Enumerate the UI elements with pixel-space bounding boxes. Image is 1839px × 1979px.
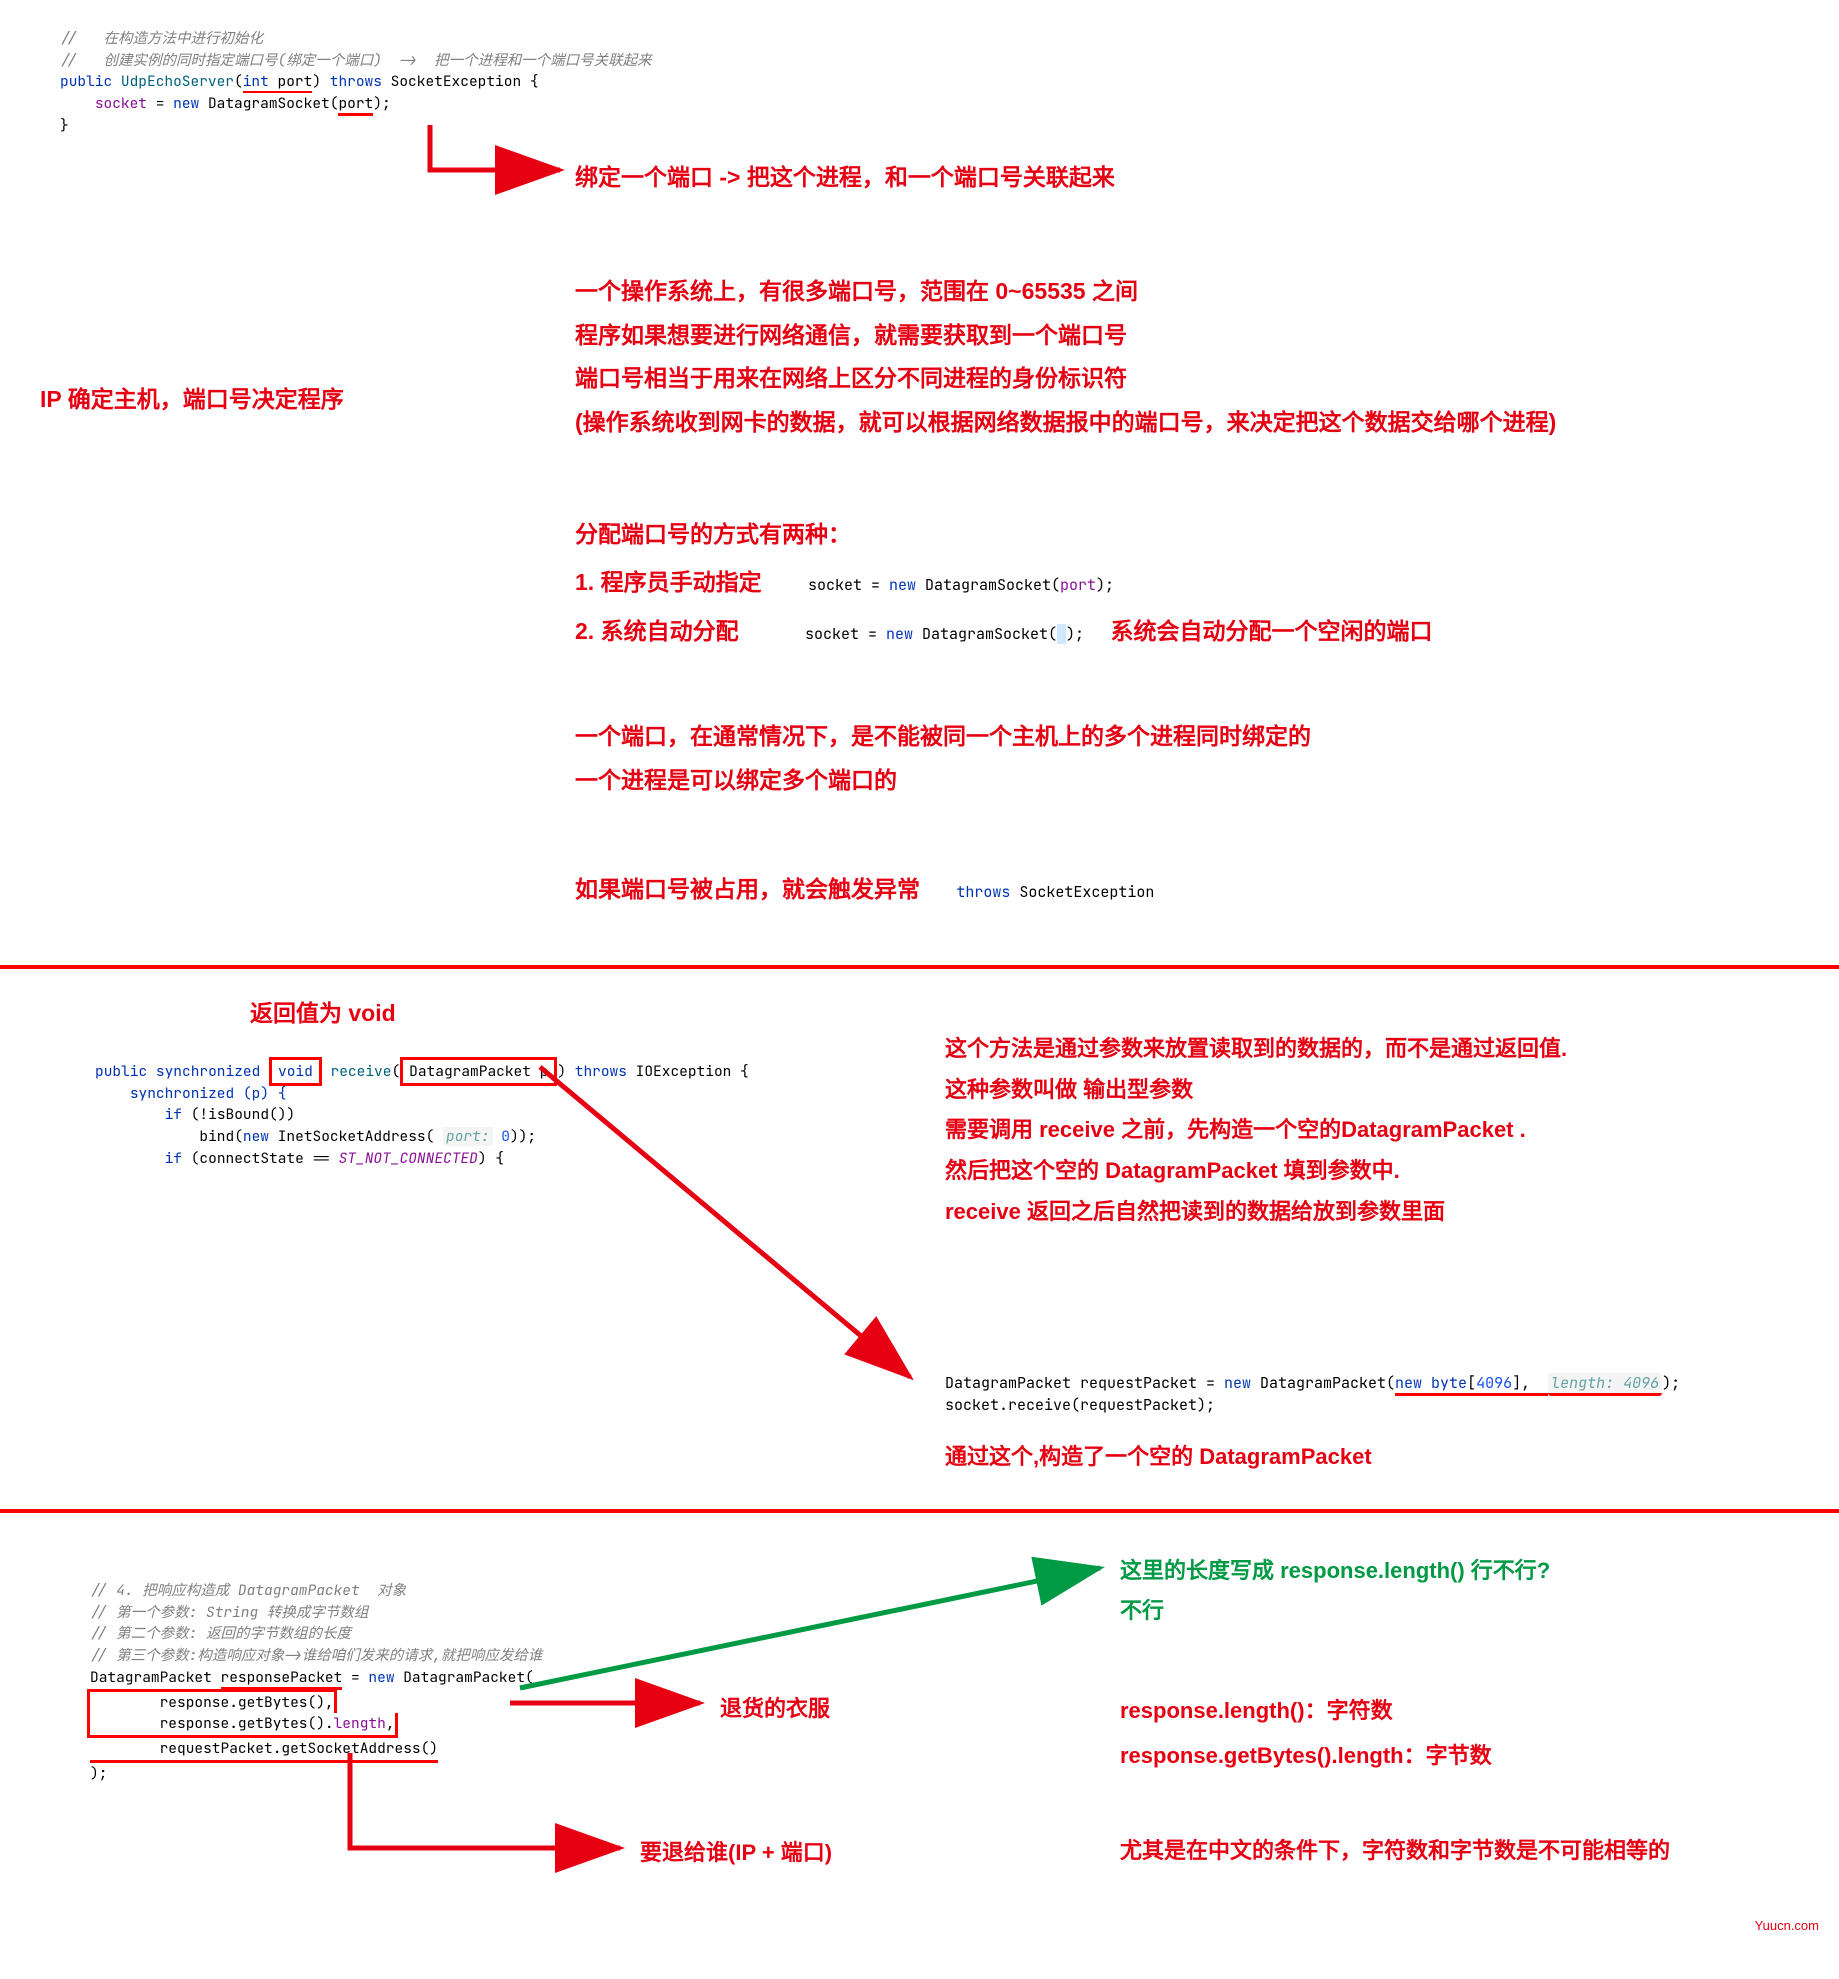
section-2: 返回值为 void public synchronized void recei…: [0, 969, 1839, 1509]
code-line: public synchronized void receive(Datagra…: [95, 1057, 749, 1086]
annotation-text: 一个进程是可以绑定多个端口的: [575, 759, 1311, 803]
annotation-text: 系统会自动分配一个空闲的端口: [1110, 618, 1432, 644]
annotation-block: 一个操作系统上，有很多端口号，范围在 0~65535 之间 程序如果想要进行网络…: [575, 270, 1556, 445]
code-line: response.getBytes().length,: [87, 1713, 398, 1738]
inline-code: socket = new DatagramSocket(port);: [808, 575, 1114, 595]
code-block-1: // 在构造方法中进行初始化 // 创建实例的同时指定端口号(绑定一个端口) -…: [60, 6, 652, 137]
code-line: synchronized (p) {: [130, 1084, 287, 1103]
code-block-2: public synchronized void receive(Datagra…: [95, 1039, 749, 1170]
annotation-text: 要退给谁(IP + 端口): [640, 1835, 832, 1867]
code-line: if (connectState == ST_NOT_CONNECTED) {: [165, 1149, 504, 1168]
section-3: // 4. 把响应构造成 DatagramPacket 对象 // 第一个参数:…: [0, 1513, 1839, 1943]
annotation-text: receive 返回之后自然把读到的数据给放到参数里面: [945, 1192, 1567, 1233]
annotation-text: response.length()：字符数: [1120, 1693, 1393, 1725]
annotation-row: 1. 程序员手动指定 socket = new DatagramSocket(p…: [575, 558, 1432, 606]
annotation-text: 需要调用 receive 之前，先构造一个空的DatagramPacket .: [945, 1110, 1567, 1151]
annotation-text: 一个操作系统上，有很多端口号，范围在 0~65535 之间: [575, 270, 1556, 314]
code-block-3: // 4. 把响应构造成 DatagramPacket 对象 // 第一个参数:…: [90, 1558, 542, 1785]
annotation-text: 端口号相当于用来在网络上区分不同进程的身份标识符: [575, 357, 1556, 401]
inline-code: socket = new DatagramSocket( );: [805, 624, 1084, 644]
annotation-text: 2. 系统自动分配: [575, 618, 739, 644]
code-line: socket.receive(requestPacket);: [945, 1395, 1215, 1415]
annotation-text: 不行: [1120, 1593, 1164, 1625]
annotation-title: 返回值为 void: [250, 994, 396, 1028]
code-line: bind(new InetSocketAddress( port: 0));: [199, 1127, 536, 1146]
code-comment: // 创建实例的同时指定端口号(绑定一个端口) -> 把一个进程和一个端口号关联…: [60, 51, 652, 70]
code-line: DatagramPacket requestPacket = new Datag…: [945, 1373, 1680, 1396]
annotation-text: 通过这个,构造了一个空的 DatagramPacket: [945, 1439, 1372, 1471]
annotation-block: 这个方法是通过参数来放置读取到的数据的，而不是通过返回值. 这种参数叫做 输出型…: [945, 1029, 1567, 1232]
code-line: if (!isBound()): [165, 1105, 296, 1124]
inline-code-block: DatagramPacket requestPacket = new Datag…: [945, 1349, 1680, 1417]
annotation-row: 如果端口号被占用，就会触发异常 throws SocketException: [575, 870, 1154, 904]
annotation-text: 这种参数叫做 输出型参数: [945, 1070, 1567, 1111]
code-line: response.getBytes(),: [87, 1689, 337, 1714]
annotation-block: 分配端口号的方式有两种： 1. 程序员手动指定 socket = new Dat…: [575, 510, 1432, 655]
code-line: DatagramPacket responsePacket = new Data…: [90, 1668, 534, 1690]
annotation-text: 尤其是在中文的条件下，字符数和字节数是不可能相等的: [1120, 1833, 1670, 1865]
annotation-text: 这个方法是通过参数来放置读取到的数据的，而不是通过返回值.: [945, 1029, 1567, 1070]
annotation-text: 一个端口，在通常情况下，是不能被同一个主机上的多个进程同时绑定的: [575, 715, 1311, 759]
code-comment: // 在构造方法中进行初始化: [60, 29, 263, 48]
annotation-text: 退货的衣服: [720, 1691, 830, 1723]
annotation-text: response.getBytes().length：字节数: [1120, 1738, 1492, 1770]
code-line: public UdpEchoServer(int port) throws So…: [60, 72, 539, 93]
code-comment: // 第一个参数: String 转换成字节数组: [90, 1603, 368, 1622]
annotation-text: 分配端口号的方式有两种：: [575, 510, 1432, 558]
annotation-text: IP 确定主机，端口号决定程序: [40, 380, 344, 414]
annotation-text: 绑定一个端口 -> 把这个进程，和一个端口号关联起来: [575, 158, 1115, 192]
section-1: // 在构造方法中进行初始化 // 创建实例的同时指定端口号(绑定一个端口) -…: [0, 0, 1839, 965]
annotation-text: 如果端口号被占用，就会触发异常: [575, 876, 920, 902]
inline-code: throws SocketException: [956, 882, 1154, 902]
watermark: Yuucn.com: [1755, 1918, 1819, 1933]
code-line: requestPacket.getSocketAddress(): [90, 1738, 438, 1763]
code-comment: // 第二个参数: 返回的字节数组的长度: [90, 1624, 351, 1643]
annotation-text: 这里的长度写成 response.length() 行不行?: [1120, 1553, 1550, 1585]
annotation-text: 然后把这个空的 DatagramPacket 填到参数中.: [945, 1151, 1567, 1192]
code-line: socket = new DatagramSocket(port);: [95, 94, 391, 116]
annotation-text: (操作系统收到网卡的数据，就可以根据网络数据报中的端口号，来决定把这个数据交给哪…: [575, 401, 1556, 445]
annotation-text: 程序如果想要进行网络通信，就需要获取到一个端口号: [575, 314, 1556, 358]
annotation-overlay-1: [0, 0, 1839, 965]
code-comment: // 第三个参数:构造响应对象->谁给咱们发来的请求,就把响应发给谁: [90, 1646, 542, 1665]
code-comment: // 4. 把响应构造成 DatagramPacket 对象: [90, 1581, 406, 1600]
annotation-block: 一个端口，在通常情况下，是不能被同一个主机上的多个进程同时绑定的 一个进程是可以…: [575, 715, 1311, 802]
annotation-text: 1. 程序员手动指定: [575, 569, 762, 595]
code-line: );: [90, 1764, 107, 1783]
annotation-row: 2. 系统自动分配 socket = new DatagramSocket( )…: [575, 607, 1432, 655]
